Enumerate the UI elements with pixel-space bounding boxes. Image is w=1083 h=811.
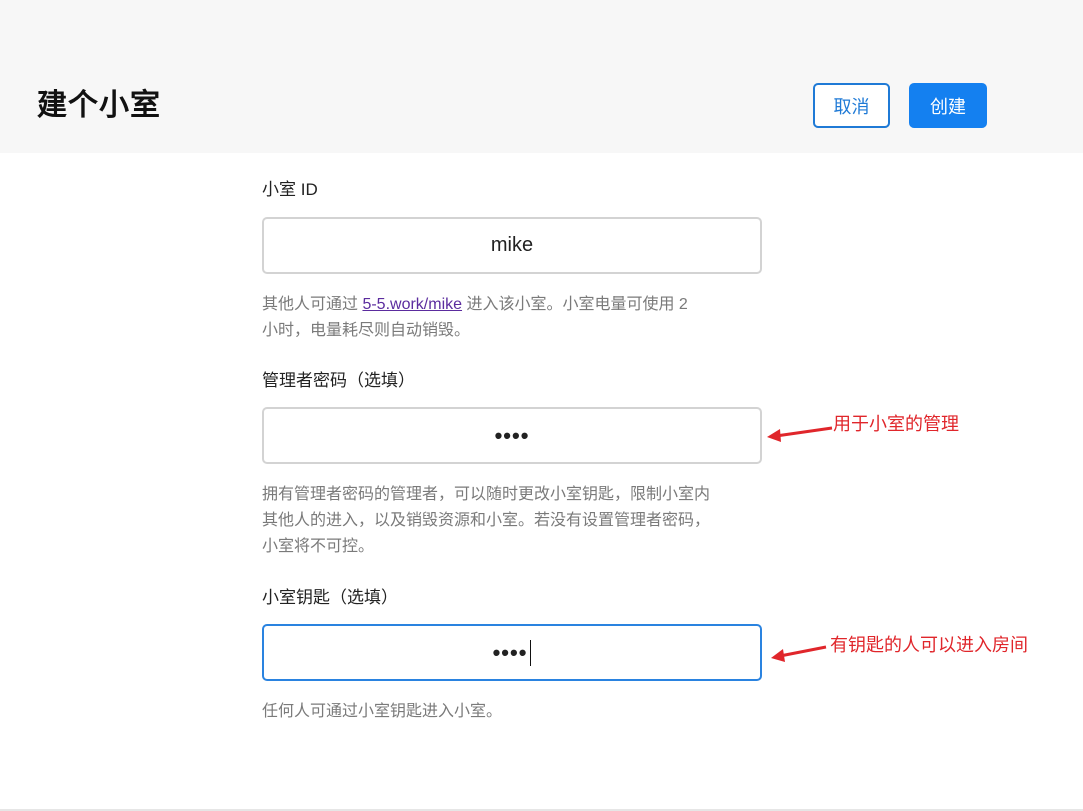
- annotation-key-note: 有钥匙的人可以进入房间: [830, 635, 1028, 655]
- annotation-admin-note: 用于小室的管理: [833, 414, 959, 434]
- page-title: 建个小室: [37, 89, 161, 122]
- admin-help-line1: 拥有管理者密码的管理者，可以随时更改小室钥匙，限制小室内: [262, 486, 711, 503]
- room-key-value: ••••: [492, 639, 528, 665]
- admin-password-input[interactable]: ••••: [262, 407, 762, 464]
- text-caret: [530, 639, 532, 666]
- room-key-label: 小室钥匙（选填）: [262, 588, 398, 607]
- room-key-input[interactable]: ••••: [262, 624, 762, 681]
- admin-help-line2: 其他人的进入，以及销毁资源和小室。若没有设置管理者密码，: [262, 512, 711, 529]
- header-bar: [0, 0, 1083, 153]
- room-id-help-line2: 小时，电量耗尽则自动销毁。: [262, 322, 471, 339]
- room-key-help: 任何人可通过小室钥匙进入小室。: [262, 703, 503, 720]
- room-link[interactable]: 5-5.work/mike: [362, 296, 462, 313]
- annotation-arrow-icon: [771, 645, 827, 662]
- room-id-help: 其他人可通过 5-5.work/mike 进入该小室。小室电量可使用 2 小时，…: [262, 292, 762, 344]
- admin-password-help: 拥有管理者密码的管理者，可以随时更改小室钥匙，限制小室内 其他人的进入，以及销毁…: [262, 482, 762, 560]
- create-button[interactable]: 创建: [909, 83, 987, 128]
- annotation-arrow-icon: [767, 426, 833, 442]
- room-id-help-suffix: 进入该小室。小室电量可使用 2: [462, 296, 688, 313]
- cancel-button[interactable]: 取消: [813, 83, 890, 128]
- room-id-value: mike: [490, 234, 534, 256]
- room-id-label: 小室 ID: [262, 180, 318, 199]
- admin-password-value: ••••: [494, 422, 530, 448]
- admin-password-label: 管理者密码（选填）: [262, 371, 415, 390]
- room-id-input[interactable]: mike: [262, 217, 762, 274]
- room-id-help-prefix: 其他人可通过: [262, 296, 363, 313]
- admin-help-line3: 小室将不可控。: [262, 538, 375, 555]
